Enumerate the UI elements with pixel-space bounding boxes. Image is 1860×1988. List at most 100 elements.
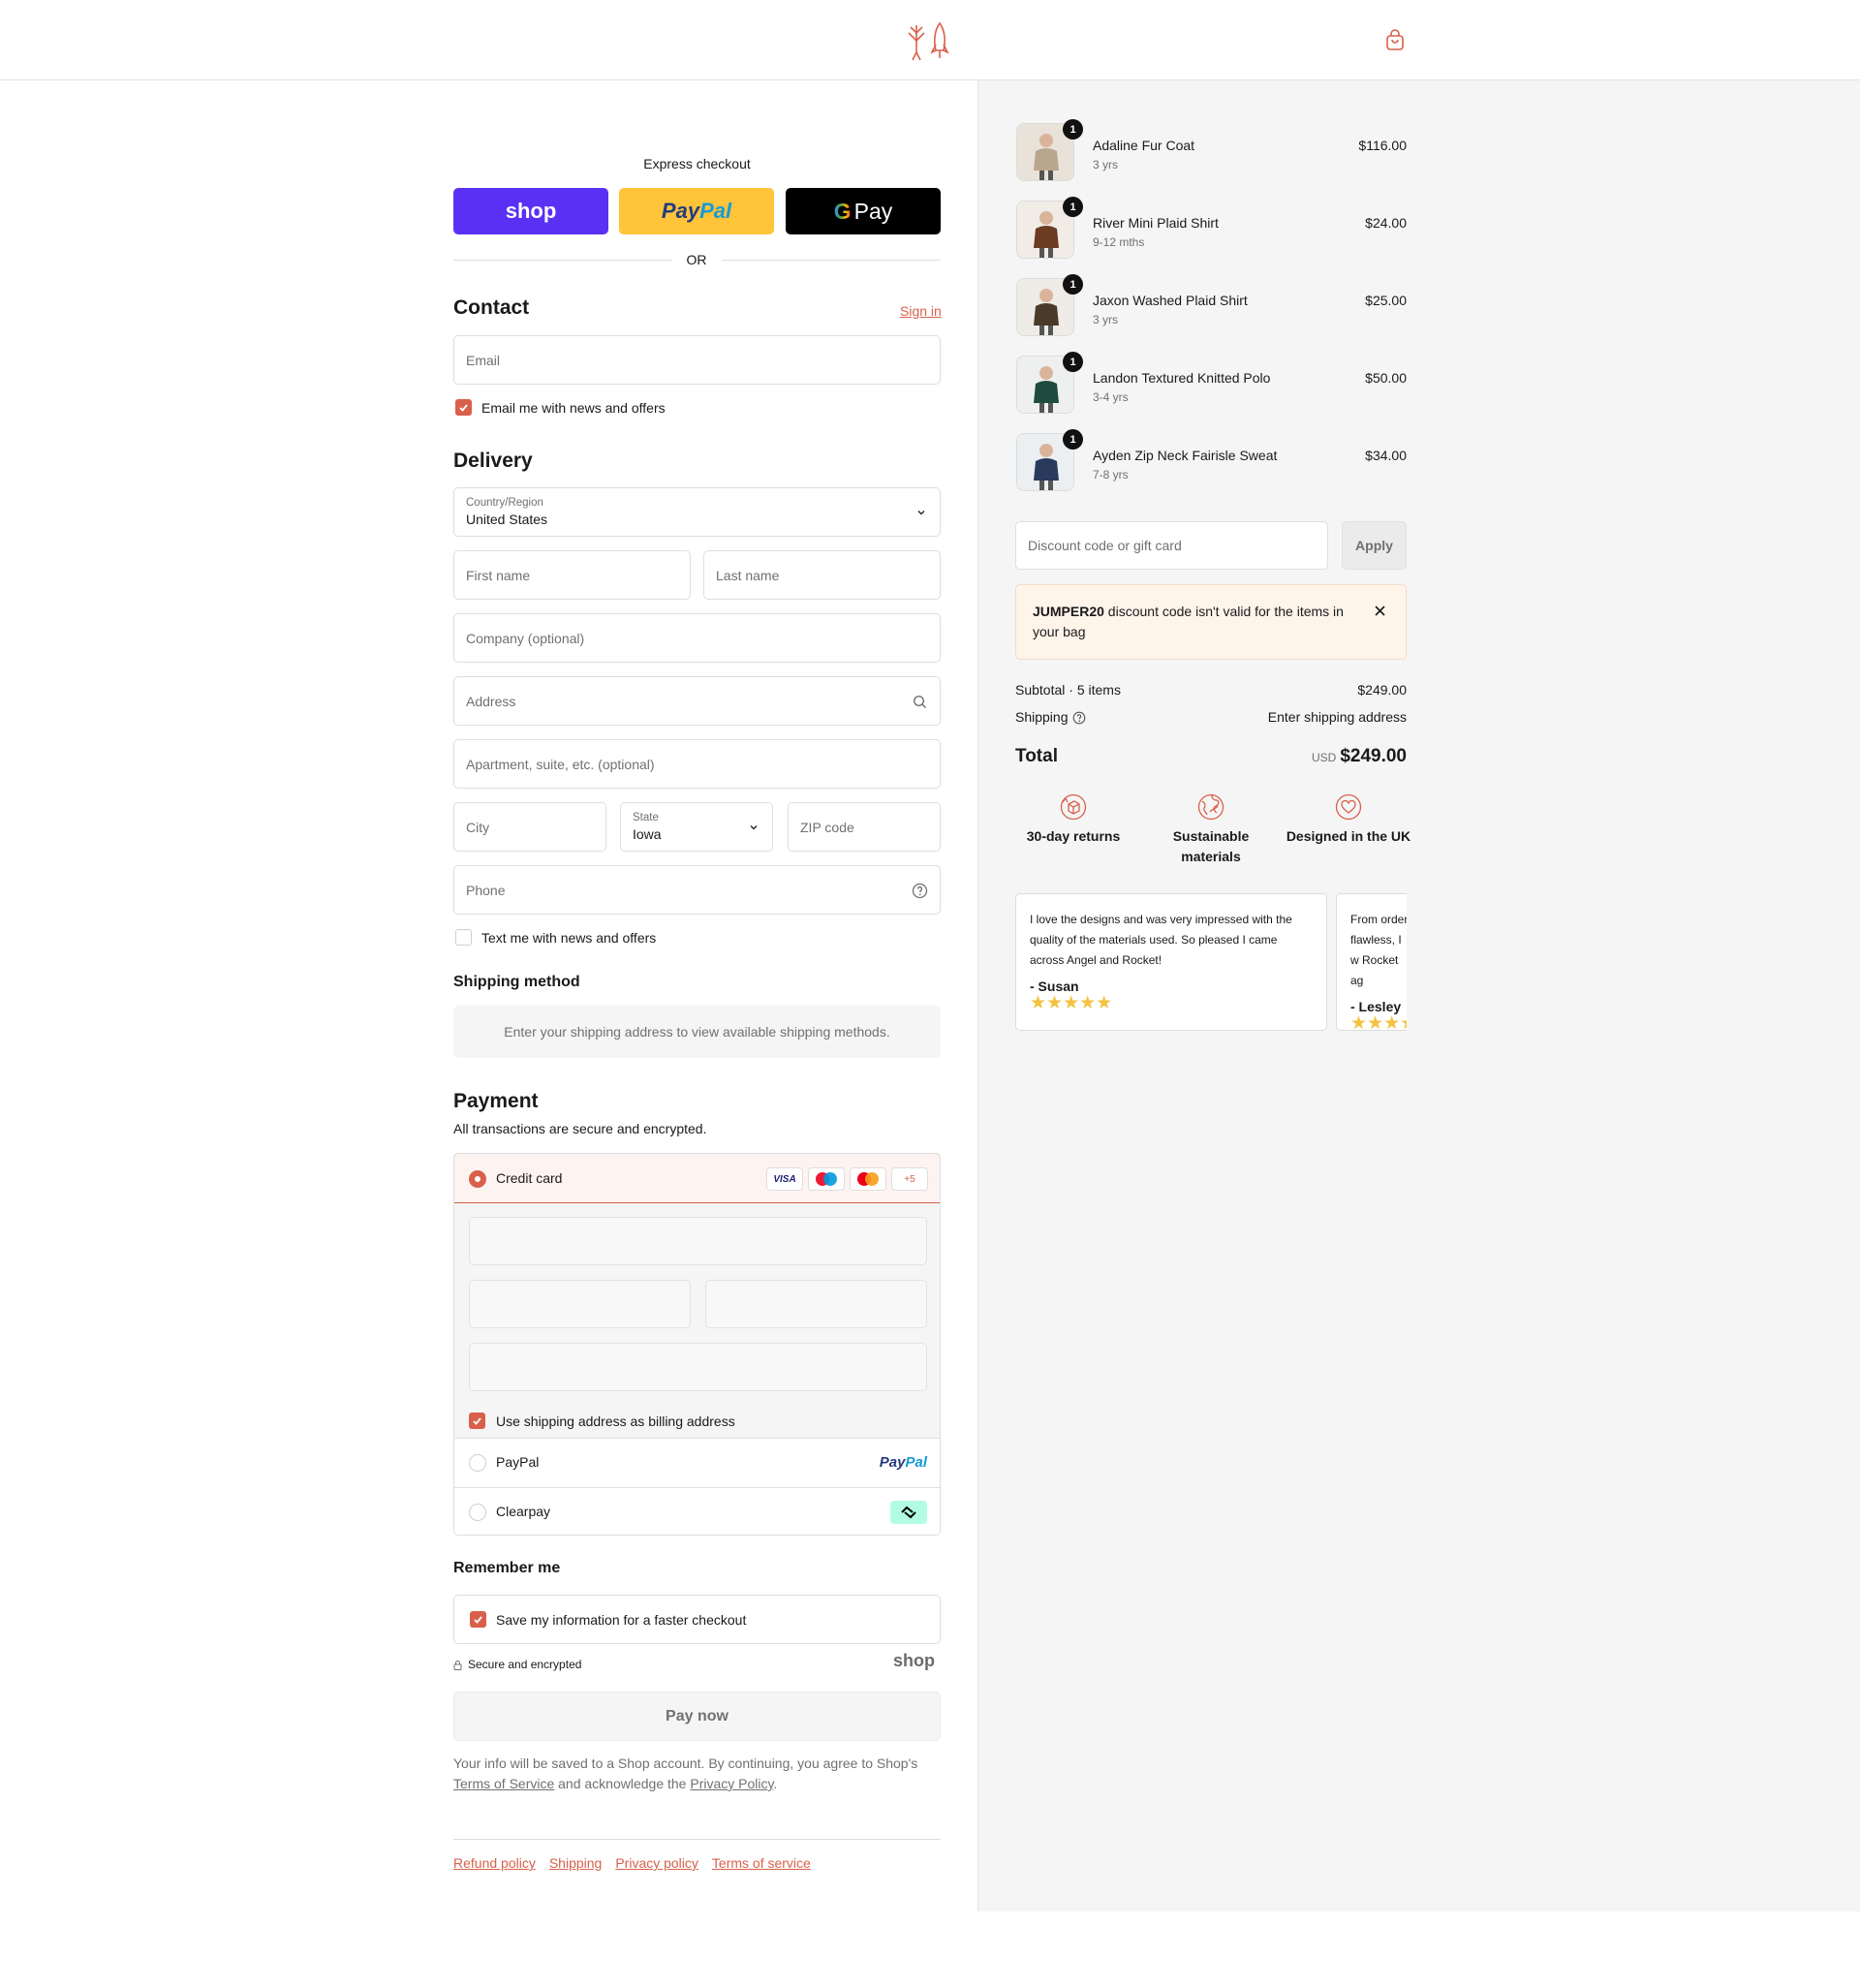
review-stars: ★★★★★ — [1350, 1013, 1407, 1031]
shop-privacy-link[interactable]: Privacy Policy — [690, 1776, 773, 1791]
zip-field[interactable]: ZIP code — [788, 802, 941, 852]
city-placeholder: City — [466, 819, 490, 835]
state-value: Iowa — [633, 826, 662, 842]
email-placeholder: Email — [466, 352, 501, 368]
shop-terms-link[interactable]: Terms of Service — [453, 1776, 554, 1791]
expiry-field[interactable] — [469, 1280, 691, 1328]
rocket-logo-icon[interactable] — [903, 19, 953, 62]
email-field[interactable]: Email — [453, 335, 941, 385]
product-name: Ayden Zip Neck Fairisle Sweat — [1093, 448, 1278, 463]
product-name: Jaxon Washed Plaid Shirt — [1093, 293, 1248, 308]
contact-title: Contact — [453, 296, 530, 319]
returns-box-icon — [1060, 793, 1087, 821]
product-price: $50.00 — [1365, 370, 1407, 386]
phone-placeholder: Phone — [466, 882, 506, 898]
chevron-down-icon — [917, 511, 925, 515]
help-circle-icon[interactable] — [1072, 711, 1086, 725]
product-price: $25.00 — [1365, 293, 1407, 308]
shipping-value: Enter shipping address — [1267, 709, 1407, 725]
last-name-field[interactable]: Last name — [703, 550, 941, 600]
news-checkbox[interactable] — [455, 399, 472, 416]
sign-in-link[interactable]: Sign in — [900, 303, 942, 319]
credit-card-radio[interactable] — [469, 1170, 486, 1188]
checkmark-icon — [459, 404, 468, 412]
shop-pay-button[interactable]: shop — [453, 188, 608, 234]
shipping-policy-link[interactable]: Shipping — [549, 1855, 603, 1871]
pay-now-button[interactable]: Pay now — [453, 1692, 941, 1741]
refund-policy-link[interactable]: Refund policy — [453, 1855, 536, 1871]
reviews-carousel[interactable]: I love the designs and was very impresse… — [1015, 893, 1407, 1031]
company-field[interactable]: Company (optional) — [453, 613, 941, 663]
paypal-logo: PayPal — [879, 1454, 927, 1471]
shipping-label: Shipping — [1015, 709, 1069, 725]
state-select[interactable]: State Iowa — [620, 802, 773, 852]
clearpay-logo-icon — [890, 1501, 927, 1524]
heart-icon — [1335, 793, 1362, 821]
clearpay-label: Clearpay — [496, 1504, 551, 1519]
country-select[interactable]: Country/Region United States — [453, 487, 941, 537]
remember-box: Save my information for a faster checkou… — [453, 1595, 941, 1644]
footer-divider — [453, 1839, 941, 1840]
google-pay-button[interactable]: G Pay — [786, 188, 941, 234]
company-placeholder: Company (optional) — [466, 630, 585, 646]
name-on-card-field[interactable] — [469, 1343, 927, 1391]
paypal-express-button[interactable]: Pay Pal — [619, 188, 774, 234]
discount-field[interactable]: Discount code or gift card — [1015, 521, 1328, 570]
apartment-field[interactable]: Apartment, suite, etc. (optional) — [453, 739, 941, 789]
google-pay-label: Pay — [853, 198, 893, 224]
product-variant: 3 yrs — [1093, 313, 1119, 326]
clearpay-radio[interactable] — [469, 1504, 486, 1521]
shipping-method-placeholder: Enter your shipping address to view avai… — [453, 1006, 941, 1058]
product-name: Landon Textured Knitted Polo — [1093, 370, 1271, 386]
feature-sustainable: Sustainable materials — [1172, 828, 1250, 864]
paypal-option[interactable]: PayPal PayPal — [454, 1438, 940, 1487]
credit-card-label: Credit card — [496, 1170, 563, 1186]
mastercard-icon — [850, 1167, 886, 1191]
header — [0, 0, 1860, 80]
delivery-title: Delivery — [453, 450, 533, 472]
google-g-icon: G — [833, 198, 852, 224]
review-author: - Susan — [1030, 978, 1079, 994]
address-field[interactable]: Address — [453, 676, 941, 726]
first-name-field[interactable]: First name — [453, 550, 691, 600]
secure-label: Secure and encrypted — [468, 1658, 582, 1671]
remember-title: Remember me — [453, 1560, 561, 1576]
credit-card-option[interactable]: Credit card VISA +5 — [454, 1154, 940, 1203]
review-card: From order flawless, I w Rocket ag - Les… — [1336, 893, 1407, 1031]
shopping-bag-icon[interactable] — [1383, 29, 1407, 52]
quantity-badge: 1 — [1063, 197, 1083, 217]
text-checkbox[interactable] — [455, 929, 472, 946]
close-icon[interactable] — [1374, 605, 1386, 617]
shop-logo: shop — [893, 1651, 935, 1670]
clearpay-option[interactable]: Clearpay — [454, 1487, 940, 1535]
discount-error-text: JUMPER20 discount code isn't valid for t… — [1033, 602, 1352, 642]
quantity-badge: 1 — [1063, 119, 1083, 140]
product-name: River Mini Plaid Shirt — [1093, 215, 1219, 231]
product-price: $24.00 — [1365, 215, 1407, 231]
card-number-field[interactable] — [469, 1217, 927, 1265]
globe-leaf-icon — [1197, 793, 1224, 821]
phone-field[interactable]: Phone — [453, 865, 941, 915]
privacy-policy-link[interactable]: Privacy policy — [615, 1855, 698, 1871]
terms-of-service-link[interactable]: Terms of service — [712, 1855, 811, 1871]
apply-button[interactable]: Apply — [1342, 521, 1407, 570]
more-cards-badge: +5 — [891, 1167, 928, 1191]
divider-right — [722, 260, 941, 261]
paypal-radio[interactable] — [469, 1454, 486, 1472]
city-field[interactable]: City — [453, 802, 606, 852]
feature-designed-uk: Designed in the UK — [1286, 828, 1411, 844]
save-info-checkbox[interactable] — [470, 1611, 486, 1628]
country-label: Country/Region — [466, 497, 543, 509]
billing-checkbox[interactable] — [469, 1413, 485, 1429]
shipping-method-title: Shipping method — [453, 974, 580, 990]
legal-text: Your info will be saved to a Shop accoun… — [453, 1755, 918, 1791]
discount-placeholder: Discount code or gift card — [1028, 538, 1182, 553]
apply-label: Apply — [1355, 538, 1393, 553]
help-circle-icon[interactable] — [912, 883, 928, 899]
review-stars: ★★★★★ — [1030, 993, 1113, 1013]
security-code-field[interactable] — [705, 1280, 927, 1328]
product-price: $116.00 — [1358, 138, 1407, 153]
country-value: United States — [466, 512, 548, 527]
review-card: I love the designs and was very impresse… — [1015, 893, 1327, 1031]
quantity-badge: 1 — [1063, 352, 1083, 372]
